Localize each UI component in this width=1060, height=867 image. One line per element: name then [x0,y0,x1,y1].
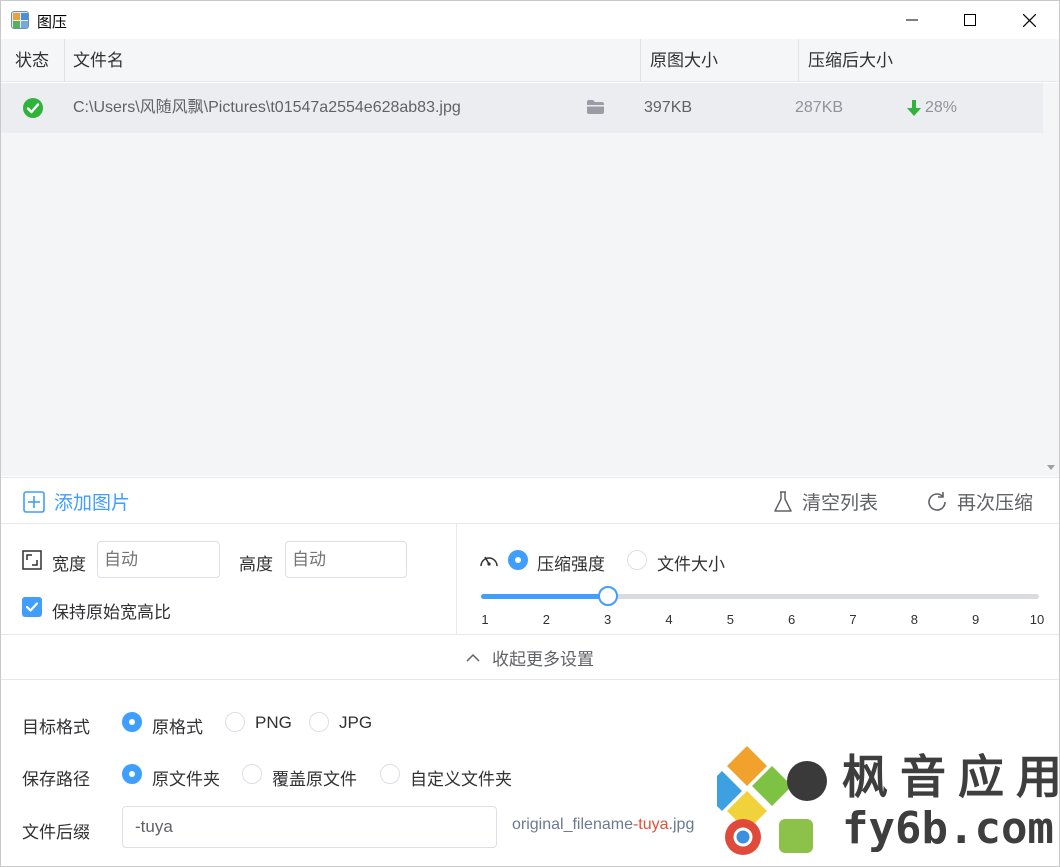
add-image-label: 添加图片 [54,493,131,514]
scroll-down-arrow-icon[interactable] [1047,465,1055,470]
height-input[interactable] [285,541,407,578]
action-bar: 添加图片 清空列表 再次压缩 [1,477,1059,524]
path-custom-label[interactable]: 自定义文件夹 [410,765,512,790]
column-original-size[interactable]: 原图大小 [640,39,799,82]
format-png-label[interactable]: PNG [255,713,292,733]
width-label: 宽度 [52,555,86,574]
row-filename: C:\Users\风随风飘\Pictures\t01547a2554e628ab… [73,99,461,116]
format-original-radio[interactable] [122,712,142,732]
path-original-radio[interactable] [122,764,142,784]
open-folder-icon[interactable] [587,100,604,116]
path-custom-radio[interactable] [380,764,400,784]
check-icon [25,602,39,612]
settings-divider [456,524,457,634]
table-header: 状态 文件名 原图大小 压缩后大小 [1,39,1059,82]
add-icon [23,490,45,513]
preview-filename: original_filename [512,816,633,833]
clear-list-button[interactable]: 清空列表 [773,478,878,525]
file-list: C:\Users\风随风飘\Pictures\t01547a2554e628ab… [1,83,1059,476]
app-icon [11,11,29,29]
slider-tick-label: 8 [910,612,918,627]
height-label: 高度 [239,555,273,574]
preview-extension: .jpg [668,816,695,833]
format-jpg-label[interactable]: JPG [339,713,372,733]
save-path-label: 保存路径 [22,770,90,789]
column-status[interactable]: 状态 [5,39,65,82]
resize-icon [22,550,42,575]
success-icon [23,98,43,118]
minimize-button[interactable] [889,1,935,39]
arrow-down-icon [907,100,921,116]
recompress-label: 再次压缩 [957,493,1034,514]
slider-tick-label: 4 [665,612,673,627]
table-row[interactable]: C:\Users\风随风飘\Pictures\t01547a2554e628ab… [1,83,1043,133]
slider-tick-label: 2 [542,612,550,627]
row-reduction: 28% [925,99,958,116]
chevron-up-icon [466,653,480,662]
target-format-label: 目标格式 [22,718,90,737]
row-original-size: 397KB [644,99,693,116]
maximize-button[interactable] [947,1,993,39]
add-image-button[interactable]: 添加图片 [23,478,130,525]
flask-icon [774,490,792,512]
slider-tick-label: 5 [726,612,734,627]
title-bar: 图压 [1,1,1059,39]
minimize-icon [906,19,918,21]
width-input[interactable] [97,541,220,578]
window-title: 图压 [37,14,68,31]
mode-size-radio[interactable] [627,550,647,570]
keep-ratio-label[interactable]: 保持原始宽高比 [52,598,171,623]
path-original-label[interactable]: 原文件夹 [152,765,220,790]
close-button[interactable] [1006,1,1052,39]
suffix-label: 文件后缀 [22,823,90,842]
keep-ratio-checkbox[interactable] [22,597,42,617]
compression-slider[interactable] [481,594,1039,599]
format-jpg-radio[interactable] [309,712,329,732]
suffix-input[interactable]: -tuya [122,806,497,848]
slider-tick-label: 9 [972,612,980,627]
format-original-label[interactable]: 原格式 [152,713,203,738]
recompress-button[interactable]: 再次压缩 [926,478,1033,525]
mode-size-label[interactable]: 文件大小 [657,550,725,575]
app-window: 图压 状态 文件名 原图大小 压缩后大小 C:\Users\风随风飘\Pictu… [0,0,1060,867]
resize-compress-settings: 宽度 高度 保持原始宽高比 压缩强度 文件大小 1 2 3 4 5 6 7 8 9 10 [1,524,1059,634]
slider-fill [481,594,608,599]
gauge-icon [479,550,499,575]
slider-tick-label: 6 [788,612,796,627]
clear-list-label: 清空列表 [802,493,879,514]
column-compressed-size[interactable]: 压缩后大小 [798,39,1059,82]
row-compressed-size: 287KB [795,99,844,116]
watermark-logo-icon [717,746,827,855]
close-icon [1022,13,1036,27]
slider-tick-label: 7 [849,612,857,627]
slider-tick-label: 1 [481,612,489,627]
collapse-settings-button[interactable]: 收起更多设置 [1,634,1059,680]
slider-thumb[interactable] [597,586,618,606]
slider-tick-label: 10 [1029,612,1045,627]
watermark: 枫音应用 fy6b.com [717,741,1060,866]
watermark-text-cn: 枫音应用 [842,750,1060,804]
collapse-label: 收起更多设置 [492,649,594,669]
watermark-text-domain: fy6b.com [842,803,1054,854]
suffix-preview: original_filename-tuya.jpg [512,816,694,834]
mode-strength-label[interactable]: 压缩强度 [537,550,605,575]
path-overwrite-label[interactable]: 覆盖原文件 [272,765,357,790]
column-filename[interactable]: 文件名 [63,39,641,82]
path-overwrite-radio[interactable] [242,764,262,784]
slider-tick-label: 3 [604,612,612,627]
refresh-icon [928,491,946,511]
maximize-icon [964,14,976,26]
mode-strength-radio[interactable] [508,550,528,570]
format-png-radio[interactable] [225,712,245,732]
preview-suffix: -tuya [632,816,669,833]
